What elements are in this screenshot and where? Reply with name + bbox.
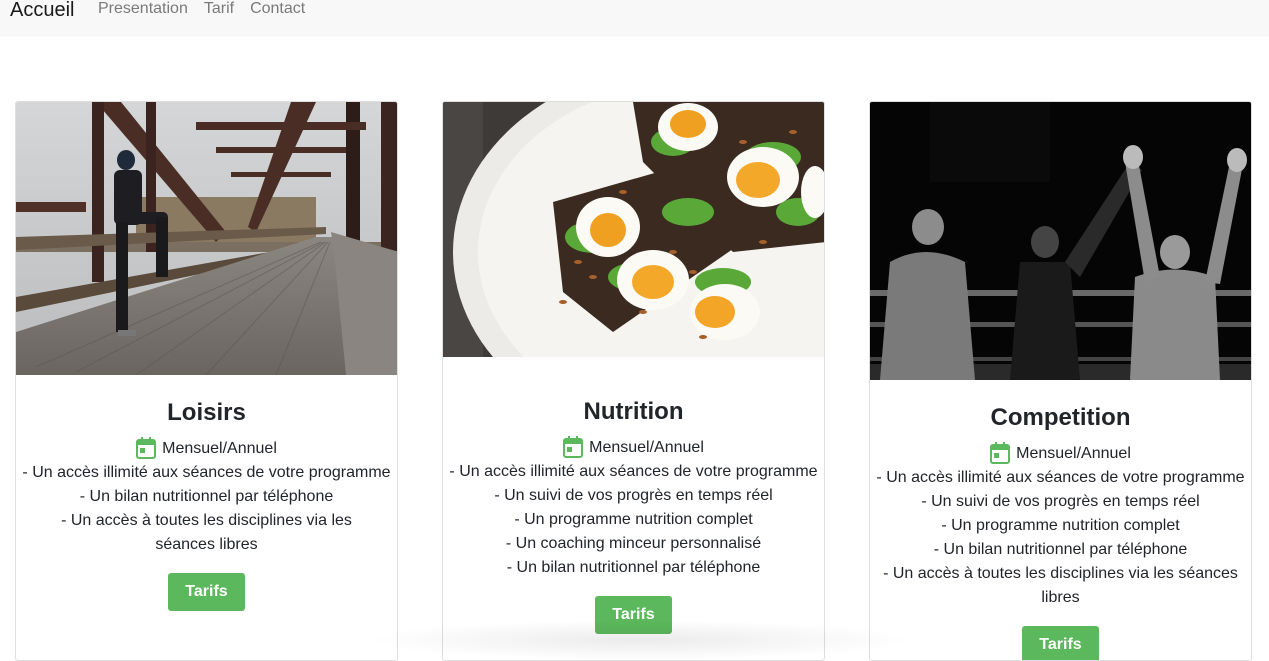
top-navbar: Accueil Presentation Tarif Contact	[0, 0, 1269, 37]
card-nutrition: Nutrition Mensuel/Annuel - Un accès illi…	[442, 101, 825, 661]
brand-link[interactable]: Accueil	[10, 0, 74, 22]
food-photo	[443, 102, 824, 357]
plan-line: Mensuel/Annuel	[16, 437, 397, 461]
feature-item: - Un accès illimité aux séances de votre…	[876, 469, 1245, 486]
nav-link-presentation[interactable]: Presentation	[98, 0, 188, 19]
card-body-loisirs: Loisirs Mensuel/Annuel - Un accès illimi…	[16, 375, 397, 611]
calendar-icon	[136, 437, 157, 459]
tarifs-button[interactable]: Tarifs	[595, 596, 672, 634]
card-image-nutrition	[443, 102, 824, 357]
nav-links: Presentation Tarif Contact	[98, 0, 321, 19]
boxing-photo	[870, 102, 1251, 380]
card-image-competition	[870, 102, 1251, 380]
feature-item: - Un programme nutrition complet	[941, 517, 1180, 534]
feature-item: - Un suivi de vos progrès en temps réel	[494, 487, 773, 504]
plan-label: Mensuel/Annuel	[589, 439, 704, 456]
plan-line: Mensuel/Annuel	[870, 442, 1251, 466]
feature-item: - Un bilan nutritionnel par téléphone	[933, 541, 1188, 558]
tarifs-button[interactable]: Tarifs	[168, 573, 245, 611]
feature-item: - Un accès illimité aux séances de votre…	[449, 463, 818, 480]
feature-item: - Un bilan nutritionnel par téléphone	[79, 488, 334, 505]
card-body-nutrition: Nutrition Mensuel/Annuel - Un accès illi…	[443, 357, 824, 634]
feature-item: - Un accès illimité aux séances de votre…	[22, 464, 391, 481]
feature-item: - Un bilan nutritionnel par téléphone	[506, 559, 761, 576]
calendar-icon	[990, 442, 1011, 464]
plan-label: Mensuel/Annuel	[162, 440, 277, 457]
card-loisirs: Loisirs Mensuel/Annuel - Un accès illimi…	[15, 101, 398, 661]
card-body-competition: Competition Mensuel/Annuel - Un accès il…	[870, 380, 1251, 660]
card-image-loisirs	[16, 102, 397, 375]
card-title: Nutrition	[583, 398, 684, 425]
card-title: Loisirs	[167, 399, 246, 426]
feature-item: - Un suivi de vos progrès en temps réel	[921, 493, 1200, 510]
feature-item: - Un accès à toutes les disciplines via …	[883, 565, 1238, 606]
card-title: Competition	[990, 404, 1131, 431]
nav-link-contact[interactable]: Contact	[250, 0, 305, 19]
feature-item: - Un accès à toutes les disciplines via …	[61, 512, 352, 553]
card-competition: Competition Mensuel/Annuel - Un accès il…	[869, 101, 1252, 661]
tarifs-button[interactable]: Tarifs	[1022, 626, 1099, 660]
feature-item: - Un coaching minceur personnalisé	[505, 535, 762, 552]
calendar-icon	[563, 436, 584, 458]
plan-label: Mensuel/Annuel	[1016, 445, 1131, 462]
feature-item: - Un programme nutrition complet	[514, 511, 753, 528]
plan-line: Mensuel/Annuel	[443, 436, 824, 460]
bridge-photo	[16, 102, 397, 375]
nav-link-tarif[interactable]: Tarif	[204, 0, 234, 19]
